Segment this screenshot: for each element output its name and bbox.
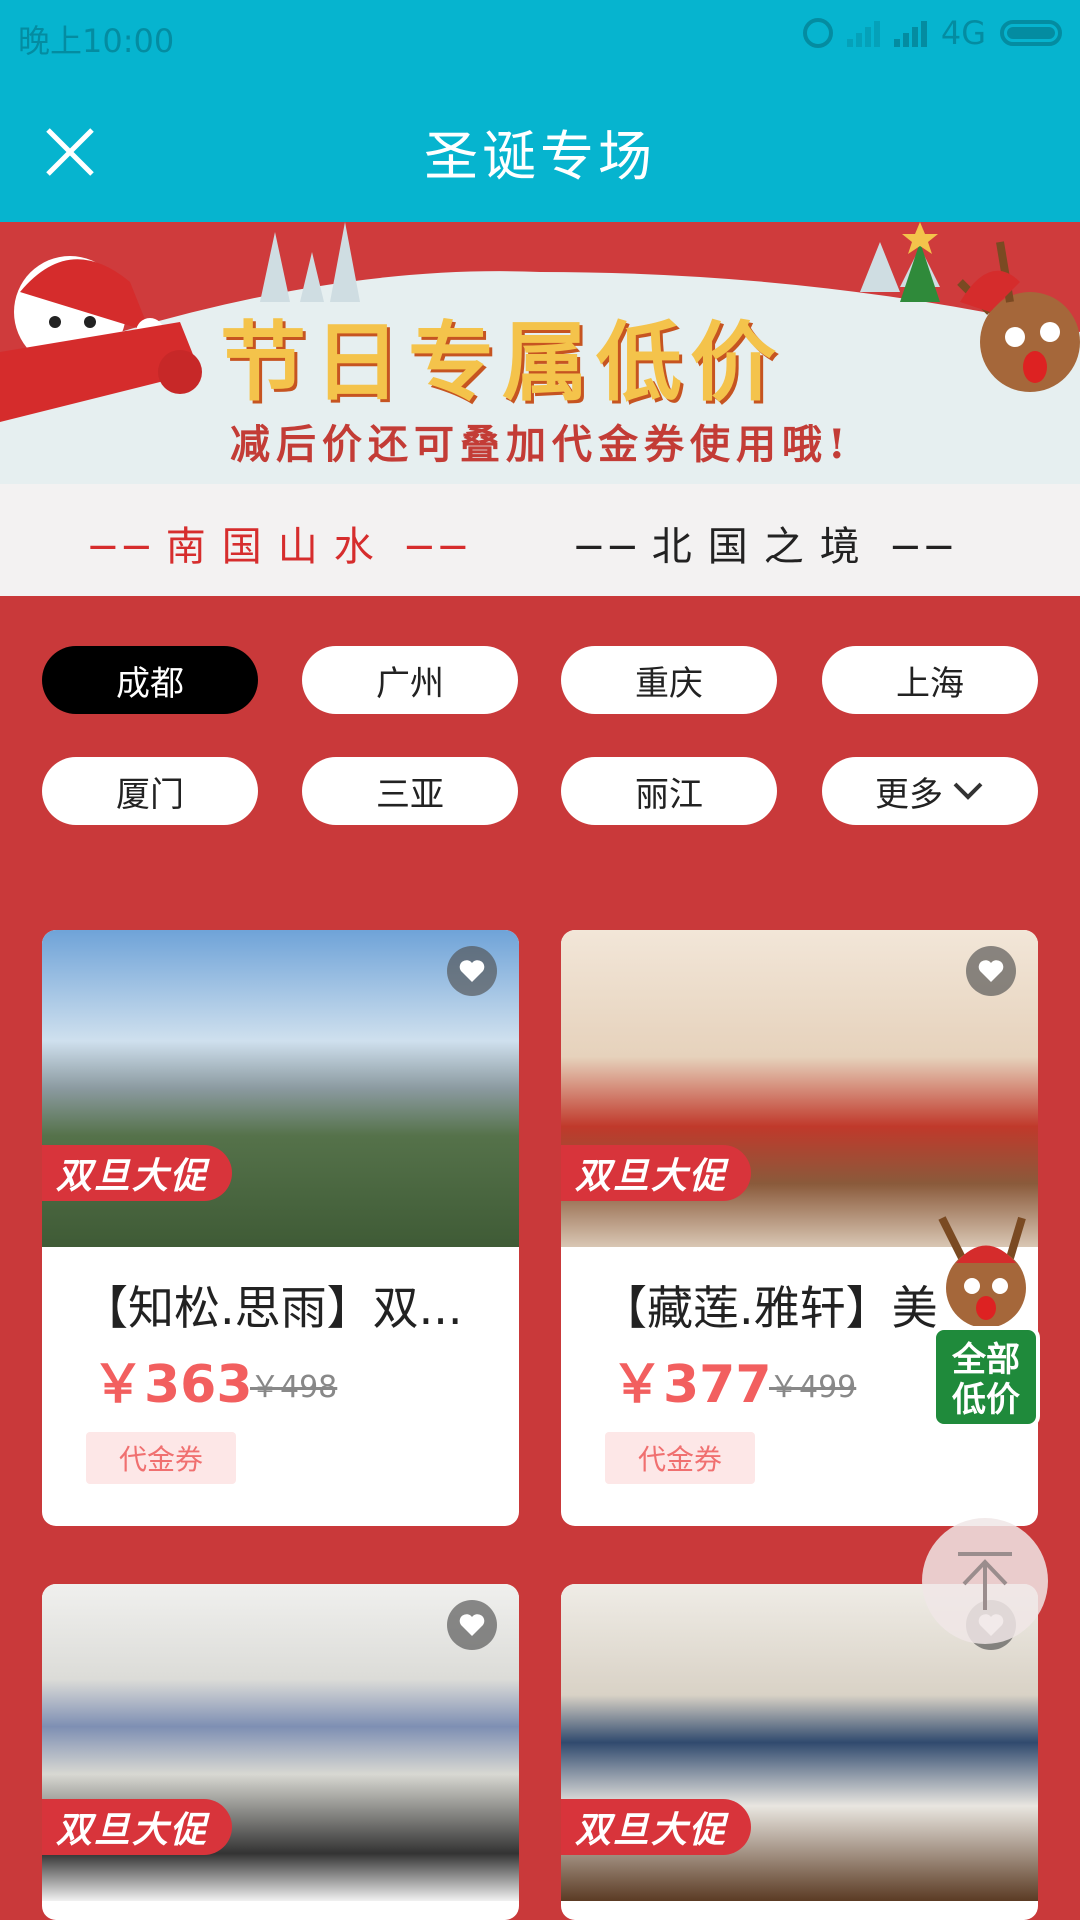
alarm-icon — [802, 18, 833, 48]
listing-photo: 双旦大促 — [42, 1584, 519, 1901]
city-chengdu[interactable]: 成都 — [42, 646, 258, 714]
heart-icon — [978, 960, 1004, 982]
promo-banner: 节日专属低价 减后价还可叠加代金券使用哦! — [0, 222, 1080, 484]
listing-card[interactable]: 双旦大促 【知松.思雨】双... ￥363 ￥498 代金券 — [42, 930, 519, 1526]
listing-name: 【藏莲.雅轩】美 — [601, 1281, 938, 1335]
tab-label: 北国之境 — [651, 524, 876, 570]
listing-original-price: ￥498 — [250, 1370, 338, 1405]
tab-label: 南国山水 — [165, 524, 390, 570]
tab-south-region[interactable]: −− 南国山水 −− — [86, 514, 470, 572]
network-type: 4G — [940, 14, 986, 52]
city-shanghai[interactable]: 上海 — [822, 646, 1038, 714]
city-guangzhou[interactable]: 广州 — [302, 646, 518, 714]
favorite-button[interactable] — [966, 946, 1016, 996]
city-chongqing[interactable]: 重庆 — [561, 646, 777, 714]
status-bar: 晚上10:00 4G — [0, 0, 1080, 72]
page-title: 圣诞专场 — [424, 125, 656, 188]
tree-icon — [900, 222, 940, 302]
city-xiamen[interactable]: 厦门 — [42, 757, 258, 825]
chevron-down-icon — [953, 782, 983, 800]
deer-label-line1: 全部 — [952, 1340, 1020, 1380]
city-sanya[interactable]: 三亚 — [302, 757, 518, 825]
favorite-button[interactable] — [447, 1600, 497, 1650]
deer-label-line2: 低价 — [952, 1380, 1020, 1420]
signal-icon — [893, 19, 927, 47]
listing-name: 【知松.思雨】双... — [82, 1281, 463, 1335]
battery-icon — [1000, 20, 1062, 46]
banner-subtitle: 减后价还可叠加代金券使用哦! — [230, 421, 852, 468]
banner-title: 节日专属低价 — [220, 312, 784, 413]
promo-badge: 双旦大促 — [561, 1145, 751, 1201]
listing-original-price: ￥499 — [769, 1370, 857, 1405]
heart-icon — [459, 1614, 485, 1636]
arrow-up-icon — [958, 1552, 1012, 1610]
voucher-tag: 代金券 — [86, 1432, 236, 1484]
more-label: 更多 — [875, 774, 943, 815]
back-to-top-button[interactable] — [922, 1518, 1048, 1644]
listing-photo: 双旦大促 — [561, 930, 1038, 1247]
listing-card[interactable]: 双旦大促 — [42, 1584, 519, 1920]
favorite-button[interactable] — [447, 946, 497, 996]
listing-photo: 双旦大促 — [42, 930, 519, 1247]
promo-badge: 双旦大促 — [561, 1799, 751, 1855]
status-time: 晚上10:00 — [18, 22, 175, 60]
all-low-price-button[interactable]: 全部 低价 — [922, 1208, 1050, 1428]
region-tabs: −− 南国山水 −− −− 北国之境 −− — [0, 484, 1080, 596]
signal-weak-icon — [846, 19, 880, 47]
tab-north-region[interactable]: −− 北国之境 −− — [572, 514, 956, 572]
more-cities-button[interactable]: 更多 — [822, 757, 1038, 825]
listing-price: ￥377 — [611, 1355, 772, 1415]
city-lijiang[interactable]: 丽江 — [561, 757, 777, 825]
title-bar: 圣诞专场 — [0, 72, 1080, 222]
promo-badge: 双旦大促 — [42, 1145, 232, 1201]
promo-badge: 双旦大促 — [42, 1799, 232, 1855]
listing-price: ￥363 — [92, 1355, 253, 1415]
voucher-tag: 代金券 — [605, 1432, 755, 1484]
heart-icon — [459, 960, 485, 982]
